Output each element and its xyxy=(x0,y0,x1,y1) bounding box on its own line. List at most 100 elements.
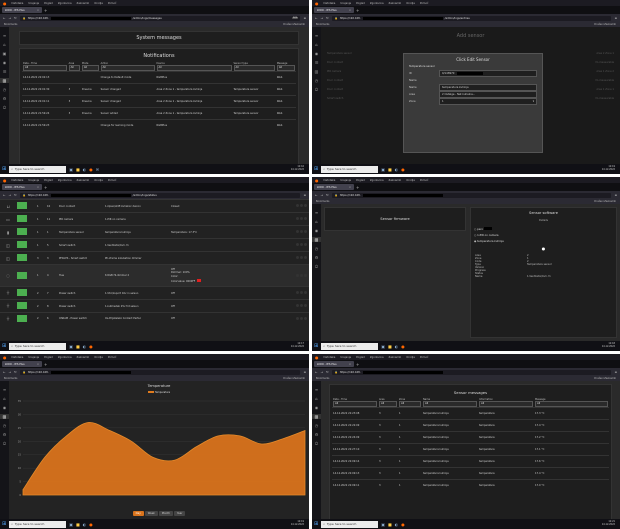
table-row[interactable]: ⏚ 28 Power switch 1-kutmedek 25v fnt sels… xyxy=(0,299,309,313)
settings-icon[interactable] xyxy=(300,243,303,246)
table-row[interactable]: 14.12.2022 22:02:13 Change to Default mod… xyxy=(22,71,296,84)
settings-icon[interactable] xyxy=(300,273,303,277)
taskbar-search[interactable]: ⌕ Type here to search xyxy=(9,520,67,528)
lock-icon[interactable]: ▣ xyxy=(3,51,7,56)
menu-file[interactable]: Datoteka xyxy=(324,2,336,5)
settings-icon[interactable] xyxy=(300,316,303,320)
settings-icon[interactable]: ⚙ xyxy=(315,432,319,437)
menu-file[interactable]: Datoteka xyxy=(12,356,24,359)
menu-help[interactable]: Pomoč xyxy=(108,179,117,182)
filter-mode[interactable]: All xyxy=(81,65,99,71)
reload-icon[interactable]: ↻ xyxy=(326,16,329,20)
other-bookmarks[interactable]: Druženi Zaznamki xyxy=(594,200,616,203)
menu-history[interactable]: Zgodovina xyxy=(58,356,72,359)
back-icon[interactable]: ← xyxy=(3,370,6,374)
table-row[interactable]: ▭ 1 11 PIR camera 1-PIR on camera xyxy=(0,212,309,226)
menu-bookmarks[interactable]: Zaznamki xyxy=(77,2,90,5)
filter-area[interactable]: All xyxy=(379,401,397,407)
menu-help[interactable]: Pomoč xyxy=(108,2,117,5)
forward-icon[interactable]: → xyxy=(321,370,324,374)
menu-edit[interactable]: Urejanje xyxy=(28,179,39,182)
edit-icon[interactable] xyxy=(296,256,299,259)
edge-icon[interactable]: ◐ xyxy=(395,344,399,349)
close-icon[interactable]: × xyxy=(349,9,351,12)
edge-icon[interactable]: ◐ xyxy=(83,522,87,527)
firefox-taskbar-icon[interactable]: ● xyxy=(89,167,93,172)
home-icon[interactable]: ⌂ xyxy=(3,396,6,401)
system-tray[interactable]: 12:19 14.12.2022 xyxy=(602,165,618,172)
address-bar[interactable]: 🔒 https://192.168. /admin/logs/status xyxy=(19,192,301,198)
mail-icon[interactable]: ✉ xyxy=(96,167,99,172)
taskbar-search[interactable]: ⌕ Type here to search xyxy=(9,342,67,350)
table-row[interactable]: ◌ 14 Hue 6 RGB Hi-dimmer 2 Off Dimmer: 10… xyxy=(0,264,309,287)
menu-bookmarks[interactable]: Zaznamki xyxy=(389,179,402,182)
settings-icon[interactable]: ⚙ xyxy=(315,255,319,260)
sensor-option[interactable]: ○ pero xyxy=(474,227,613,231)
new-tab-icon[interactable]: + xyxy=(356,8,359,13)
forward-icon[interactable]: → xyxy=(9,370,12,374)
day-button[interactable]: Day xyxy=(132,511,144,516)
filter-datetime[interactable]: All xyxy=(23,65,67,71)
new-tab-icon[interactable]: + xyxy=(44,185,47,190)
close-icon[interactable]: × xyxy=(37,363,39,366)
menu-help[interactable]: Pomoč xyxy=(108,356,117,359)
menu-icon[interactable]: ≡ xyxy=(614,16,617,20)
task-view-icon[interactable]: ▣ xyxy=(381,167,385,172)
system-tray[interactable]: 12:21 14.12.2022 xyxy=(602,520,618,527)
delete-icon[interactable] xyxy=(304,256,307,259)
menu-tools[interactable]: Orodja xyxy=(94,2,103,5)
power-icon[interactable]: ⏻ xyxy=(3,105,6,110)
table-row[interactable]: ⏚ 26 OSRAM - Power switch Os-Prijatelsko … xyxy=(0,312,309,324)
edit-icon[interactable] xyxy=(296,273,299,277)
reload-icon[interactable]: ↻ xyxy=(14,193,17,197)
system-tray[interactable]: 12:16 14.12.2022 xyxy=(291,165,307,172)
sensor-icon[interactable]: ◉ xyxy=(315,51,319,56)
menu-view[interactable]: Pogled xyxy=(44,179,53,182)
menu-edit[interactable]: Urejanje xyxy=(340,179,351,182)
browser-tab[interactable]: kiRIO - IES Plus × xyxy=(2,361,42,367)
menu-icon[interactable]: ≡ xyxy=(614,370,617,374)
task-view-icon[interactable]: ▣ xyxy=(69,344,73,349)
browser-tab[interactable]: kiRIO - IES Plus × xyxy=(314,7,354,13)
folder-icon[interactable]: ■ xyxy=(388,167,392,172)
menu-file[interactable]: Datoteka xyxy=(324,356,336,359)
bookmarks-label[interactable]: Bookmarks xyxy=(316,377,329,380)
table-row[interactable]: ⏚ 27 Power switch 1-Vtic/kuport 16v in se… xyxy=(0,286,309,300)
forward-icon[interactable]: → xyxy=(9,193,12,197)
sensor-icon[interactable]: ◉ xyxy=(315,405,319,410)
menu-view[interactable]: Pogled xyxy=(356,2,365,5)
hamburger-icon[interactable]: ≡ xyxy=(315,210,318,215)
other-bookmarks[interactable]: Druženi Zaznamki xyxy=(594,377,616,380)
clock-icon[interactable]: ◷ xyxy=(3,87,7,92)
other-bookmarks[interactable]: Druženi Zaznamki xyxy=(283,23,305,26)
menu-file[interactable]: Datoteka xyxy=(12,179,24,182)
bookmarks-label[interactable]: Bookmarks xyxy=(316,200,329,203)
table-row[interactable]: 14.12.2022 22:01:30 3 Dnevna Sensor changed… xyxy=(22,83,296,96)
menu-history[interactable]: Zgodovina xyxy=(370,356,384,359)
edit-icon[interactable] xyxy=(296,217,299,220)
week-button[interactable]: Week xyxy=(144,511,158,516)
list-icon[interactable]: ☰ xyxy=(315,60,319,65)
filter-zone[interactable]: All xyxy=(399,401,421,407)
power-icon[interactable]: ⏻ xyxy=(3,441,6,446)
delete-icon[interactable] xyxy=(304,304,307,307)
settings-icon[interactable] xyxy=(300,304,303,307)
area-select[interactable]: 2 Ostalge - Net kuhalna... xyxy=(439,91,537,98)
table-row[interactable]: 14.12.2022 22:27:10 3 1 temperatura kuhinja… xyxy=(332,443,609,456)
other-bookmarks[interactable]: Druženi Zaznamki xyxy=(594,23,616,26)
close-icon[interactable]: × xyxy=(37,9,39,12)
reload-icon[interactable]: ↻ xyxy=(326,370,329,374)
chart-icon[interactable]: ▥ xyxy=(0,78,9,83)
menu-file[interactable]: Datoteka xyxy=(324,179,336,182)
menu-view[interactable]: Pogled xyxy=(44,356,53,359)
hamburger-icon[interactable]: ≡ xyxy=(315,387,318,392)
table-row[interactable]: ◫ 33 PHILIPS - Smart switch Ph-Vreme inku… xyxy=(0,251,309,265)
address-bar[interactable]: 🔒 https://192.168. xyxy=(331,369,612,375)
delete-icon[interactable] xyxy=(304,230,307,233)
back-icon[interactable]: ← xyxy=(3,16,6,20)
clock-icon[interactable]: ◷ xyxy=(315,78,319,83)
edit-icon[interactable] xyxy=(296,304,299,307)
folder-icon[interactable]: ■ xyxy=(76,167,80,172)
menu-tools[interactable]: Orodja xyxy=(406,2,415,5)
browser-tab[interactable]: kiRIO - IES Plus × xyxy=(314,361,354,367)
